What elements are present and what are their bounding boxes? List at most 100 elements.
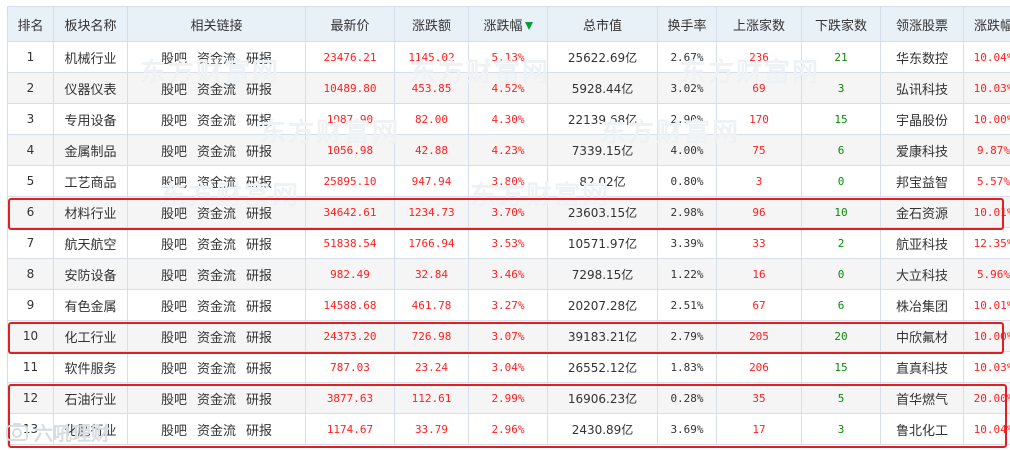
- cell-cap: 39183.21亿: [547, 320, 658, 352]
- cell-name[interactable]: 石油行业: [53, 382, 128, 414]
- cell-lead[interactable]: 中欣氟材: [880, 320, 964, 352]
- cell-links: 股吧 资金流 研报: [127, 134, 306, 166]
- cell-links: 股吧 资金流 研报: [127, 196, 306, 228]
- cell-price: 24373.20: [305, 320, 395, 352]
- guba-link[interactable]: 股吧: [161, 424, 187, 439]
- guba-link[interactable]: 股吧: [161, 331, 187, 346]
- cell-lead[interactable]: 大立科技: [880, 258, 964, 290]
- header-price[interactable]: 最新价: [305, 6, 395, 42]
- header-lead-pct[interactable]: 涨跌幅: [963, 6, 1010, 42]
- research-report-link[interactable]: 研报: [246, 83, 272, 98]
- header-turnover[interactable]: 换手率: [657, 6, 717, 42]
- cell-name[interactable]: 安防设备: [53, 258, 128, 290]
- cell-change: 23.24: [394, 351, 469, 383]
- guba-link[interactable]: 股吧: [161, 114, 187, 129]
- fund-flow-link[interactable]: 资金流: [197, 114, 236, 129]
- cell-lead[interactable]: 鲁北化工: [880, 413, 964, 445]
- cell-change: 461.78: [394, 289, 469, 321]
- cell-name[interactable]: 工艺商品: [53, 165, 128, 197]
- guba-link[interactable]: 股吧: [161, 207, 187, 222]
- table-row: 2 仪器仪表 股吧 资金流 研报 10489.80 453.85 4.52% 5928.44亿 3…: [7, 72, 1010, 104]
- cell-lead[interactable]: 直真科技: [880, 351, 964, 383]
- cell-lead[interactable]: 航亚科技: [880, 227, 964, 259]
- cell-up: 67: [716, 289, 802, 321]
- cell-name[interactable]: 材料行业: [53, 196, 128, 228]
- guba-link[interactable]: 股吧: [161, 52, 187, 67]
- cell-pct: 4.23%: [468, 134, 548, 166]
- cell-pct: 3.53%: [468, 227, 548, 259]
- cell-change: 112.61: [394, 382, 469, 414]
- header-name[interactable]: 板块名称: [53, 6, 128, 42]
- research-report-link[interactable]: 研报: [246, 424, 272, 439]
- research-report-link[interactable]: 研报: [246, 393, 272, 408]
- fund-flow-link[interactable]: 资金流: [197, 238, 236, 253]
- cell-lead[interactable]: 华东数控: [880, 41, 964, 73]
- cell-lead-pct: 10.04%: [963, 41, 1010, 73]
- guba-link[interactable]: 股吧: [161, 362, 187, 377]
- guba-link[interactable]: 股吧: [161, 238, 187, 253]
- cell-lead-pct: 10.03%: [963, 351, 1010, 383]
- cell-name[interactable]: 金属制品: [53, 134, 128, 166]
- research-report-link[interactable]: 研报: [246, 331, 272, 346]
- cell-name[interactable]: 有色金属: [53, 289, 128, 321]
- guba-link[interactable]: 股吧: [161, 176, 187, 191]
- research-report-link[interactable]: 研报: [246, 145, 272, 160]
- cell-change: 1145.02: [394, 41, 469, 73]
- cell-name[interactable]: 软件服务: [53, 351, 128, 383]
- fund-flow-link[interactable]: 资金流: [197, 362, 236, 377]
- cell-lead[interactable]: 金石资源: [880, 196, 964, 228]
- research-report-link[interactable]: 研报: [246, 269, 272, 284]
- cell-cap: 20207.28亿: [547, 289, 658, 321]
- cell-name[interactable]: 化肥行业: [53, 413, 128, 445]
- research-report-link[interactable]: 研报: [246, 362, 272, 377]
- cell-turnover: 2.90%: [657, 103, 717, 135]
- header-down[interactable]: 下跌家数: [801, 6, 881, 42]
- cell-lead[interactable]: 邦宝益智: [880, 165, 964, 197]
- fund-flow-link[interactable]: 资金流: [197, 176, 236, 191]
- header-pct[interactable]: 涨跌幅: [468, 6, 548, 42]
- fund-flow-link[interactable]: 资金流: [197, 424, 236, 439]
- fund-flow-link[interactable]: 资金流: [197, 331, 236, 346]
- cell-name[interactable]: 化工行业: [53, 320, 128, 352]
- fund-flow-link[interactable]: 资金流: [197, 145, 236, 160]
- fund-flow-link[interactable]: 资金流: [197, 83, 236, 98]
- header-up[interactable]: 上涨家数: [716, 6, 802, 42]
- cell-name[interactable]: 航天航空: [53, 227, 128, 259]
- guba-link[interactable]: 股吧: [161, 145, 187, 160]
- guba-link[interactable]: 股吧: [161, 393, 187, 408]
- research-report-link[interactable]: 研报: [246, 52, 272, 67]
- research-report-link[interactable]: 研报: [246, 238, 272, 253]
- fund-flow-link[interactable]: 资金流: [197, 300, 236, 315]
- research-report-link[interactable]: 研报: [246, 176, 272, 191]
- cell-name[interactable]: 专用设备: [53, 103, 128, 135]
- header-change[interactable]: 涨跌额: [394, 6, 469, 42]
- sort-down-icon: [524, 22, 533, 30]
- guba-link[interactable]: 股吧: [161, 269, 187, 284]
- fund-flow-link[interactable]: 资金流: [197, 52, 236, 67]
- cell-turnover: 2.98%: [657, 196, 717, 228]
- guba-link[interactable]: 股吧: [161, 83, 187, 98]
- cell-lead[interactable]: 宇晶股份: [880, 103, 964, 135]
- fund-flow-link[interactable]: 资金流: [197, 207, 236, 222]
- cell-change: 82.00: [394, 103, 469, 135]
- cell-pct: 3.27%: [468, 289, 548, 321]
- cell-lead-pct: 10.01%: [963, 196, 1010, 228]
- fund-flow-link[interactable]: 资金流: [197, 269, 236, 284]
- cell-lead[interactable]: 株冶集团: [880, 289, 964, 321]
- research-report-link[interactable]: 研报: [246, 300, 272, 315]
- cell-lead[interactable]: 弘讯科技: [880, 72, 964, 104]
- table-row: 5 工艺商品 股吧 资金流 研报 25895.10 947.94 3.80% 82.02亿 0.8…: [7, 165, 1010, 197]
- guba-link[interactable]: 股吧: [161, 300, 187, 315]
- cell-name[interactable]: 机械行业: [53, 41, 128, 73]
- header-cap[interactable]: 总市值: [547, 6, 658, 42]
- cell-lead[interactable]: 首华燃气: [880, 382, 964, 414]
- cell-links: 股吧 资金流 研报: [127, 227, 306, 259]
- fund-flow-link[interactable]: 资金流: [197, 393, 236, 408]
- research-report-link[interactable]: 研报: [246, 114, 272, 129]
- table-header-row: 排名 板块名称 相关链接 最新价 涨跌额 涨跌幅 总市值 换手率 上涨家数 下跌…: [7, 6, 1010, 42]
- cell-lead[interactable]: 爱康科技: [880, 134, 964, 166]
- research-report-link[interactable]: 研报: [246, 207, 272, 222]
- cell-name[interactable]: 仪器仪表: [53, 72, 128, 104]
- header-rank[interactable]: 排名: [7, 6, 54, 42]
- cell-rank: 7: [7, 227, 54, 259]
